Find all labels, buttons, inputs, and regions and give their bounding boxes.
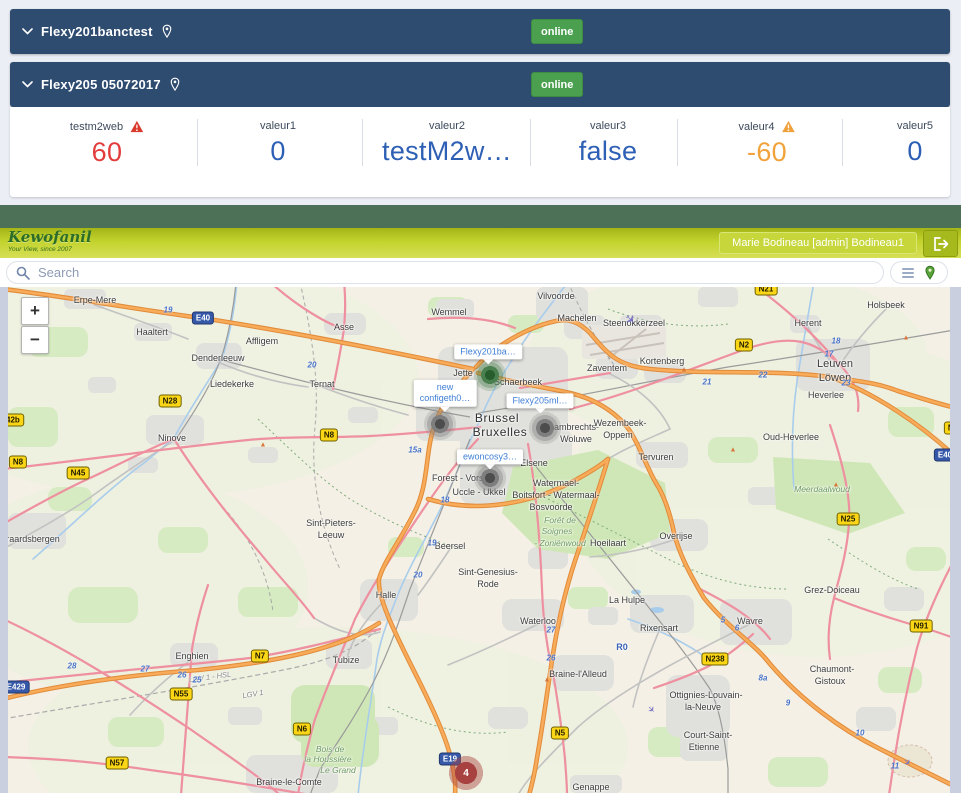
search-icon: [16, 266, 30, 280]
marker-label-text: ewoncosy3…: [463, 451, 517, 462]
tag-label: valeur3: [579, 120, 638, 132]
tag-label: valeur2: [382, 120, 512, 132]
tag-name: valeur5: [897, 120, 933, 132]
value-column: valeur1 0: [260, 107, 296, 167]
app-header: Kewofanil Your View, since 2007 Marie Bo…: [0, 228, 961, 258]
tag-name: testm2web: [70, 121, 123, 133]
device-marker[interactable]: [528, 411, 562, 445]
value-column: valeur5 0: [897, 107, 933, 167]
column-separator: [842, 119, 843, 166]
warning-icon: [782, 120, 796, 133]
user-menu[interactable]: Marie Bodineau [admin] Bodineau1: [719, 232, 917, 254]
tag-values-panel: testm2web60valeur10valeur2testM2w…valeur…: [10, 107, 950, 197]
zoom-out-button[interactable]: −: [21, 326, 49, 354]
chevron-down-icon[interactable]: [22, 28, 33, 35]
logout-icon: [933, 237, 949, 251]
list-view-icon[interactable]: [902, 268, 914, 278]
tag-name: valeur1: [260, 120, 296, 132]
tag-value: false: [579, 136, 638, 167]
chevron-down-icon[interactable]: [22, 81, 33, 88]
account-logo: Kewofanil Your View, since 2007: [8, 230, 92, 254]
tag-name: valeur4: [738, 121, 774, 133]
marker-label-bubble[interactable]: Flexy201ba…: [454, 344, 522, 359]
marker-label-text: new: [420, 382, 471, 393]
device-name: Flexy201banctest: [41, 24, 153, 39]
search-box[interactable]: [6, 261, 884, 284]
column-separator: [677, 119, 678, 166]
tag-label: valeur5: [897, 120, 933, 132]
tag-value: 60: [70, 137, 144, 168]
tag-value: -60: [738, 137, 795, 168]
cluster-count: 4: [463, 768, 469, 779]
zoom-in-button[interactable]: +: [21, 297, 49, 325]
value-column: valeur3 false: [579, 107, 638, 167]
status-badge: online: [531, 72, 583, 97]
column-separator: [530, 119, 531, 166]
marker-label-bubble[interactable]: Flexy205ml…: [506, 393, 573, 408]
map-canvas[interactable]: + − Erpe-MereHaaltertDenderleeuwLiedeker…: [8, 287, 950, 793]
value-column: valeur2 testM2w…: [382, 107, 512, 167]
tag-name: valeur3: [590, 120, 626, 132]
tag-name: valeur2: [429, 120, 465, 132]
logo-text: Kewofanil: [8, 230, 92, 245]
map-zoom-controls: + −: [21, 297, 49, 355]
location-pin-icon[interactable]: [161, 24, 173, 39]
search-input[interactable]: [36, 264, 883, 281]
tag-label: valeur4: [738, 120, 795, 133]
value-column: valeur4 -60: [738, 107, 795, 168]
map-frame: + − Erpe-MereHaaltertDenderleeuwLiedeker…: [0, 287, 961, 793]
tag-value: testM2w…: [382, 136, 512, 167]
device-name: Flexy205 05072017: [41, 77, 161, 92]
marker-label-bubble[interactable]: newconfigeth0…: [414, 380, 477, 407]
view-toggle: [890, 261, 948, 284]
tag-label: valeur1: [260, 120, 296, 132]
column-separator: [197, 119, 198, 166]
cluster-marker[interactable]: 4: [446, 753, 486, 793]
logout-button[interactable]: [923, 230, 958, 257]
logo-tagline: Your View, since 2007: [8, 247, 92, 254]
tag-value: 0: [260, 136, 296, 167]
device-dashboard: Flexy201banctest online Flexy205 0507201…: [0, 0, 961, 205]
marker-label-text: configeth0…: [420, 393, 471, 404]
status-badge: online: [531, 19, 583, 44]
device-marker[interactable]: [423, 407, 457, 441]
column-separator: [362, 119, 363, 166]
marker-label-text: Flexy205ml…: [512, 395, 567, 406]
device-row-flexy205[interactable]: Flexy205 05072017 online: [10, 62, 950, 107]
map-view-pin-icon[interactable]: [924, 265, 936, 281]
marker-label-bubble[interactable]: ewoncosy3…: [457, 449, 523, 464]
device-row-flexy201[interactable]: Flexy201banctest online: [10, 9, 950, 54]
value-column: testm2web 60: [70, 107, 144, 168]
warning-icon: [130, 120, 144, 133]
tag-value: 0: [897, 136, 933, 167]
marker-label-text: Flexy201ba…: [460, 346, 516, 357]
location-pin-icon[interactable]: [169, 77, 181, 92]
tag-label: testm2web: [70, 120, 144, 133]
divider-band: [0, 205, 961, 230]
search-toolbar: [0, 258, 961, 288]
